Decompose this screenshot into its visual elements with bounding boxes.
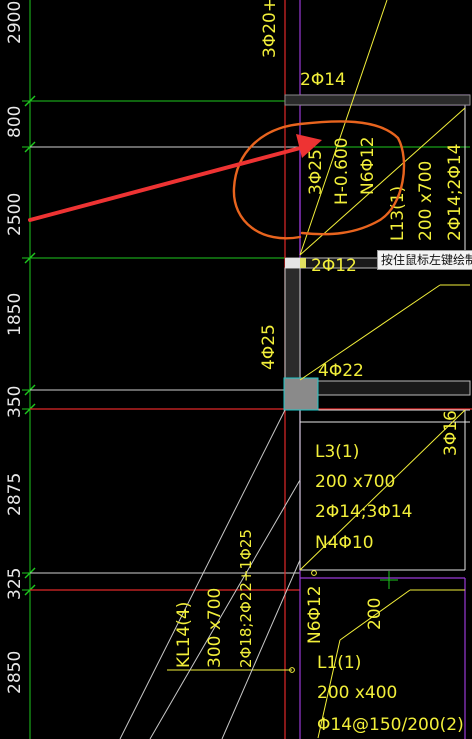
dimension-labels: 2900 800 2500 1850 350 2875 325 2850 [5,1,25,694]
label-l13-bars: 2Φ14;2Φ14 [445,144,465,241]
rebar-annotations: 3Φ20+2 2Φ14 3Φ25 H-0.600 N6Φ12 L13(1) 20… [174,0,465,735]
tooltip-draw-hint: 按住鼠标左键绘制 [377,250,472,270]
dim-2850: 2850 [5,651,25,694]
dim-2500: 2500 [5,193,25,236]
label-dim-200: 200 [365,598,385,630]
reference-diagonals [119,409,301,739]
label-l3-name: L3(1) [315,442,359,462]
label-l1-size: 200 x400 [317,683,397,703]
label-l3-size: 200 x700 [315,472,395,492]
label-circled-3phi25: 3Φ25 [306,149,326,195]
label-kl14-name: KL14(4) [174,602,194,668]
label-l1-name: L1(1) [317,653,361,673]
label-n6-lower: N6Φ12 [305,585,325,644]
label-2phi14-top: 2Φ14 [300,70,346,90]
dim-325: 325 [5,568,25,600]
dim-800: 800 [5,106,25,138]
dim-350: 350 [5,386,25,418]
label-circled-n6: N6Φ12 [358,136,378,195]
dim-2875: 2875 [5,473,25,516]
cad-drawing-canvas[interactable]: 2900 800 2500 1850 350 2875 325 2850 3Φ2… [0,0,472,739]
label-circled-h: H-0.600 [332,137,352,205]
leader-end-point-2 [311,570,317,576]
label-4phi22: 4Φ22 [318,361,364,381]
dim-2900: 2900 [5,1,25,44]
label-2phi12: 2Φ12 [311,256,357,276]
label-l3-n4: N4Φ10 [315,533,374,553]
label-kl14-rebar: 2Φ18;2Φ22+1Φ25 [237,529,255,668]
label-l3-bars: 2Φ14;3Φ14 [315,502,412,522]
dim-1850: 1850 [5,293,25,336]
label-l13-size: 200 x700 [416,161,436,241]
label-top-rebar: 3Φ20+2 [260,0,280,58]
concrete-column[interactable] [283,377,319,411]
cross-marker [380,571,398,589]
column-strip [284,258,470,382]
label-4phi25: 4Φ25 [259,324,279,370]
label-kl14-size: 300 x700 [205,588,225,668]
label-l1-stirrup: Φ14@150/200(2) [317,715,464,735]
label-3phi16: 3Φ16 [441,410,461,456]
